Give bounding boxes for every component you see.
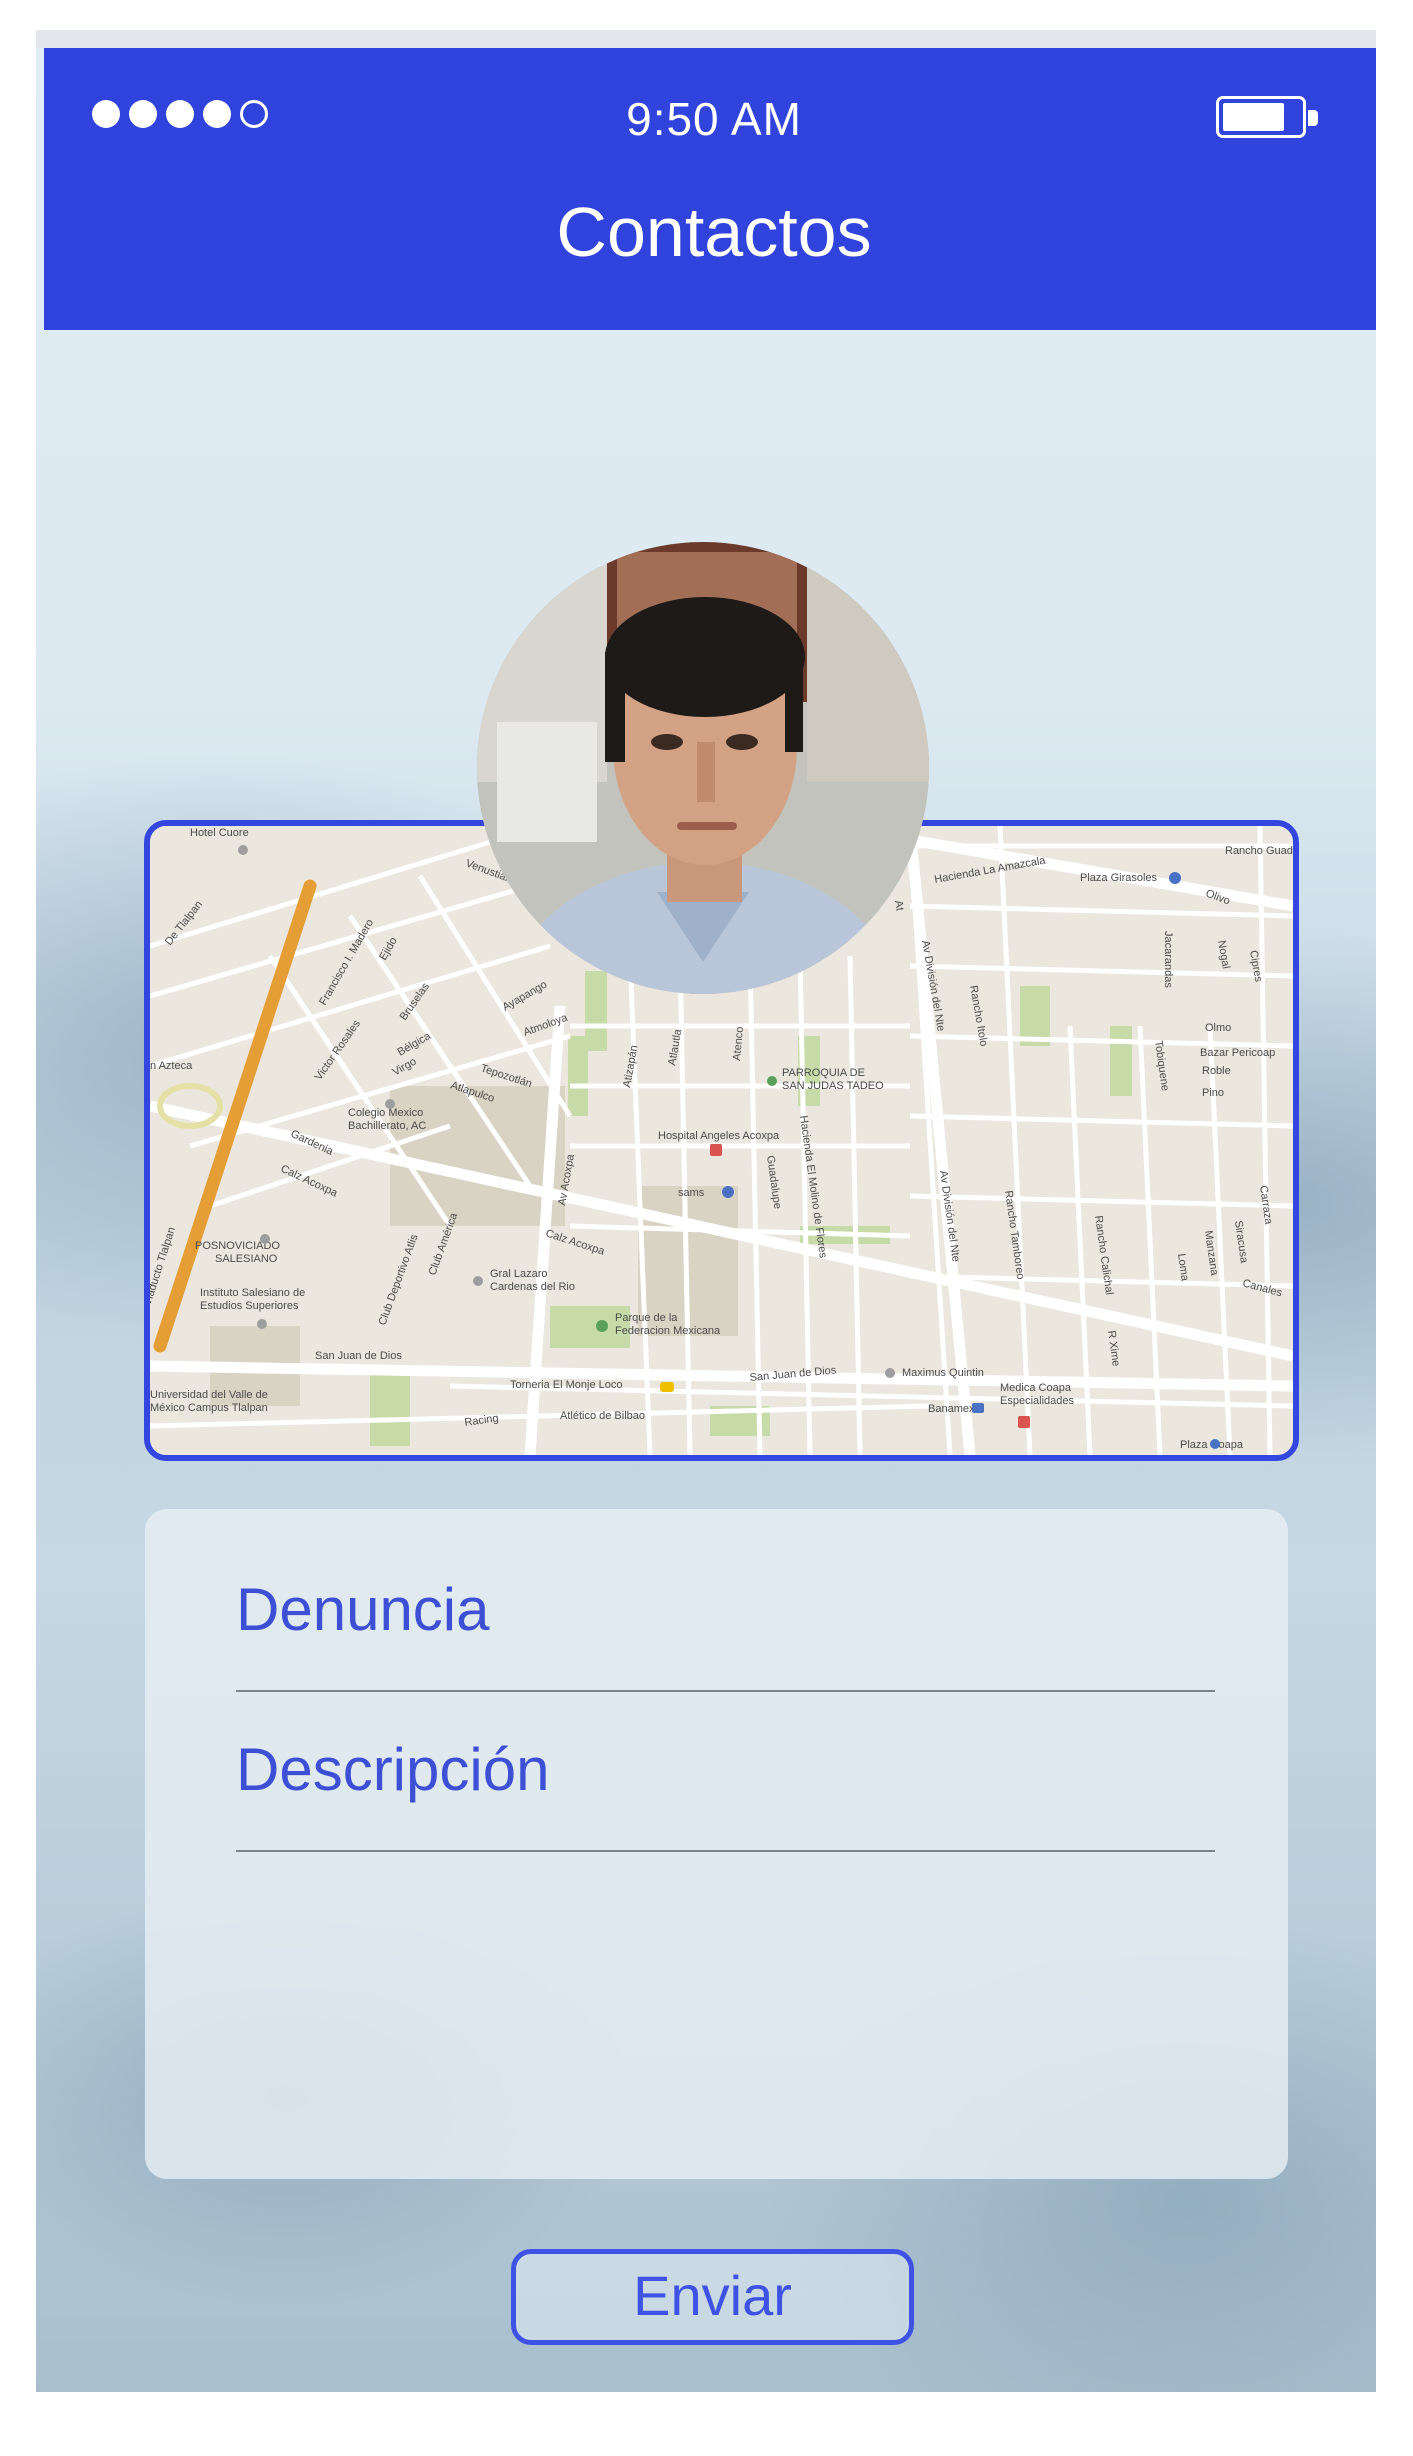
map-label: Gral Lazaro: [490, 1268, 547, 1280]
denuncia-field[interactable]: Denuncia: [236, 1575, 1215, 1692]
map-label: Universidad del Valle de: [150, 1389, 268, 1401]
map-label: Banamex: [928, 1403, 975, 1415]
map-label: Especialidades: [1000, 1395, 1074, 1407]
map-label: SAN JUDAS TADEO: [782, 1080, 884, 1092]
map-label: n Azteca: [150, 1060, 193, 1072]
map-label: sams: [678, 1187, 705, 1199]
battery-tip: [1308, 110, 1318, 126]
map-label: Parque de la: [615, 1312, 678, 1324]
map-label: Hospital Angeles Acoxpa: [658, 1130, 780, 1142]
map-label: Cardenas del Rio: [490, 1281, 575, 1293]
contact-avatar: [477, 542, 929, 994]
map-label: Instituto Salesiano de: [200, 1287, 305, 1299]
report-form: Denuncia Descripción: [145, 1509, 1288, 2179]
map-label: Olmo: [1205, 1022, 1231, 1034]
map-label: Medica Coapa: [1000, 1382, 1072, 1394]
map-label: Jacarandas: [1162, 931, 1174, 988]
app-header: 9:50 AM Contactos: [44, 48, 1376, 330]
map-label: Atlético de Bilbao: [560, 1410, 645, 1422]
map-label: Rancho Guad: [1225, 845, 1293, 857]
map-label: Bazar Pericoap: [1200, 1047, 1275, 1059]
app-screen: 9:50 AM Contactos Hotel Cuore De Tlalpan…: [36, 48, 1376, 2392]
map-label: Estudios Superiores: [200, 1300, 299, 1312]
map-label: Federacion Mexicana: [615, 1325, 721, 1337]
map-label: SALESIANO: [215, 1253, 278, 1265]
map-label: México Campus Tlalpan: [150, 1402, 268, 1414]
map-label: Roble: [1202, 1065, 1231, 1077]
map-label: Hotel Cuore: [190, 827, 249, 839]
map-label: PARROQUIA DE: [782, 1067, 865, 1079]
status-time: 9:50 AM: [626, 93, 802, 145]
map-label: Pino: [1202, 1087, 1224, 1099]
map-label: San Juan de Dios: [315, 1350, 402, 1362]
descripcion-field[interactable]: Descripción: [236, 1735, 1215, 1852]
map-label: At: [892, 899, 906, 911]
battery-icon: [1216, 96, 1306, 138]
send-button[interactable]: Enviar: [511, 2249, 914, 2345]
map-label: Maximus Quintin: [902, 1367, 984, 1379]
map-label: Bachillerato, AC: [348, 1120, 426, 1132]
map-label: Plaza Girasoles: [1080, 872, 1158, 884]
map-label: Colegio Mexico: [348, 1107, 423, 1119]
person-photo: [477, 542, 929, 994]
map-label: Torneria El Monje Loco: [510, 1379, 623, 1391]
phone-frame: 9:50 AM Contactos Hotel Cuore De Tlalpan…: [36, 30, 1376, 2392]
page-title: Contactos: [556, 193, 872, 271]
